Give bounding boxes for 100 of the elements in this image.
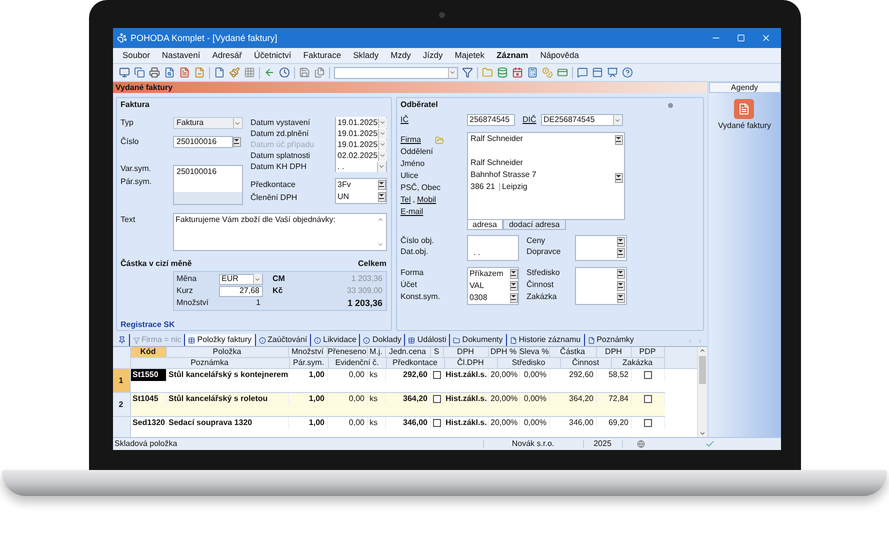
column-header[interactable]: Poznámka <box>130 358 290 368</box>
spin-button[interactable] <box>616 248 624 258</box>
symbol-box[interactable]: 250100016 <box>172 165 242 205</box>
column-header[interactable]: Zakázka <box>612 358 664 368</box>
column-header[interactable]: Středisko <box>498 358 560 368</box>
spin-button[interactable] <box>510 293 518 303</box>
agenda-item[interactable]: Vydané faktury <box>718 122 772 130</box>
document-icon[interactable] <box>178 67 190 78</box>
dropdown-button[interactable] <box>448 68 456 78</box>
section-link[interactable]: Registrace SK <box>120 321 386 329</box>
copy-icon[interactable] <box>134 67 144 78</box>
type-select[interactable]: Faktura <box>172 117 242 129</box>
spin-button[interactable] <box>510 269 518 279</box>
dropdown-button[interactable] <box>376 162 386 172</box>
column-header[interactable]: Činnost <box>560 358 612 368</box>
tab[interactable]: Historie záznamu <box>506 334 584 346</box>
files-icon[interactable] <box>314 67 324 78</box>
scroll-up-icon[interactable] <box>698 347 706 354</box>
address-tab[interactable]: adresa <box>466 220 503 230</box>
save-icon[interactable] <box>298 67 310 78</box>
panel-icon[interactable] <box>592 67 602 78</box>
input-field[interactable] <box>574 235 626 261</box>
checkbox[interactable] <box>432 371 440 379</box>
menu-item[interactable]: Nápověda <box>540 51 579 60</box>
filter-icon[interactable] <box>462 67 472 78</box>
menu-item[interactable]: Záznam <box>496 51 528 60</box>
spin-button[interactable] <box>616 293 624 303</box>
column-header[interactable]: Pár.sym. <box>290 358 328 368</box>
row-header[interactable]: 2 <box>112 393 130 417</box>
calculator-icon[interactable] <box>526 67 538 78</box>
currency-select[interactable]: EUR <box>218 274 262 284</box>
menu-item[interactable]: Fakturace <box>303 51 342 60</box>
spin-button[interactable] <box>510 281 518 291</box>
message-icon[interactable] <box>576 67 588 78</box>
row-header[interactable]: 1 <box>112 369 130 393</box>
clock-icon[interactable] <box>278 67 290 78</box>
tab[interactable]: Dokumenty <box>449 334 506 346</box>
dropdown-button[interactable] <box>612 115 622 125</box>
date-field[interactable]: 19.01.2025 <box>334 117 386 128</box>
agenda-icon[interactable] <box>734 99 754 119</box>
tab[interactable]: Likvidace <box>310 334 360 346</box>
menu-item[interactable]: Majetek <box>454 51 485 60</box>
brush-icon[interactable] <box>228 67 240 78</box>
date-field[interactable]: . . <box>334 161 386 172</box>
sidebar-header[interactable]: Agendy <box>708 82 780 93</box>
address-tab[interactable]: dodací adresa <box>502 220 566 230</box>
dropdown-button[interactable] <box>378 118 387 128</box>
dropdown-button[interactable] <box>378 150 387 160</box>
calendar-icon[interactable] <box>512 67 522 78</box>
address-box[interactable]: Ralf Schneider Ralf Schneider Bahnhof Strasse 7 386 21 Leipzig <box>466 132 624 220</box>
spin-button[interactable] <box>378 192 386 202</box>
card-icon[interactable] <box>556 67 568 78</box>
column-header[interactable]: Evidenční č. <box>328 358 386 368</box>
spin-button[interactable] <box>616 281 624 291</box>
menu-item[interactable]: Účetnictví <box>254 51 292 60</box>
dropdown-button[interactable] <box>252 274 262 284</box>
file-search-icon[interactable] <box>164 67 174 78</box>
scroll-down-icon[interactable] <box>698 430 706 437</box>
row-header[interactable] <box>112 417 130 437</box>
new-file-icon[interactable] <box>214 67 224 78</box>
menu-item[interactable]: Sklady <box>353 51 379 60</box>
menu-item[interactable]: Nastavení <box>162 51 200 60</box>
tab[interactable]: Doklady <box>359 334 404 346</box>
checkbox[interactable] <box>432 419 440 427</box>
tab[interactable]: Poznámky <box>584 334 637 346</box>
pin-icon[interactable] <box>118 336 126 344</box>
spin-button[interactable] <box>614 173 622 183</box>
input-field[interactable] <box>574 267 626 305</box>
input-field[interactable]: UN <box>336 191 386 203</box>
spin-button[interactable] <box>614 135 622 145</box>
close-icon[interactable] <box>760 33 770 43</box>
monitor-icon[interactable] <box>118 67 130 78</box>
input-field[interactable]: 256874545 <box>466 114 514 126</box>
checkbox[interactable] <box>432 395 440 403</box>
help-icon[interactable] <box>622 67 632 78</box>
date-field[interactable]: 02.02.2025 <box>334 150 386 161</box>
input-field[interactable]: 3Fv <box>336 179 386 191</box>
menu-item[interactable]: Jízdy <box>422 51 443 60</box>
field-link[interactable]: Firma <box>400 136 421 144</box>
menu-item[interactable]: Soubor <box>122 51 150 60</box>
column-header[interactable]: Předkontace <box>386 358 444 368</box>
input-field[interactable]: DE256874545 <box>540 114 622 126</box>
checkbox[interactable] <box>644 371 652 379</box>
spin-button[interactable] <box>616 269 624 279</box>
input-field[interactable]: 250100016 <box>172 136 232 148</box>
input-field[interactable]: . . <box>466 235 518 261</box>
file-minus-icon[interactable] <box>194 67 204 78</box>
grid-icon[interactable] <box>244 67 254 78</box>
text-area[interactable]: Fakturujeme Vám zboží dle Vaší objednávky: <box>172 213 386 251</box>
printer-icon[interactable] <box>148 67 160 78</box>
menu-item[interactable]: Adresář <box>212 51 242 60</box>
checkbox[interactable] <box>644 419 652 427</box>
column-header[interactable]: Čl.DPH <box>444 358 498 368</box>
back-arrow-icon[interactable] <box>264 67 274 78</box>
menu-item[interactable]: Mzdy <box>390 51 411 60</box>
field-link[interactable]: Tel <box>400 196 411 204</box>
dropdown-button[interactable] <box>378 140 387 150</box>
input-field[interactable]: 27,68 <box>218 286 262 296</box>
input-field[interactable]: VAL <box>468 280 518 292</box>
tab[interactable]: Události <box>404 334 450 346</box>
